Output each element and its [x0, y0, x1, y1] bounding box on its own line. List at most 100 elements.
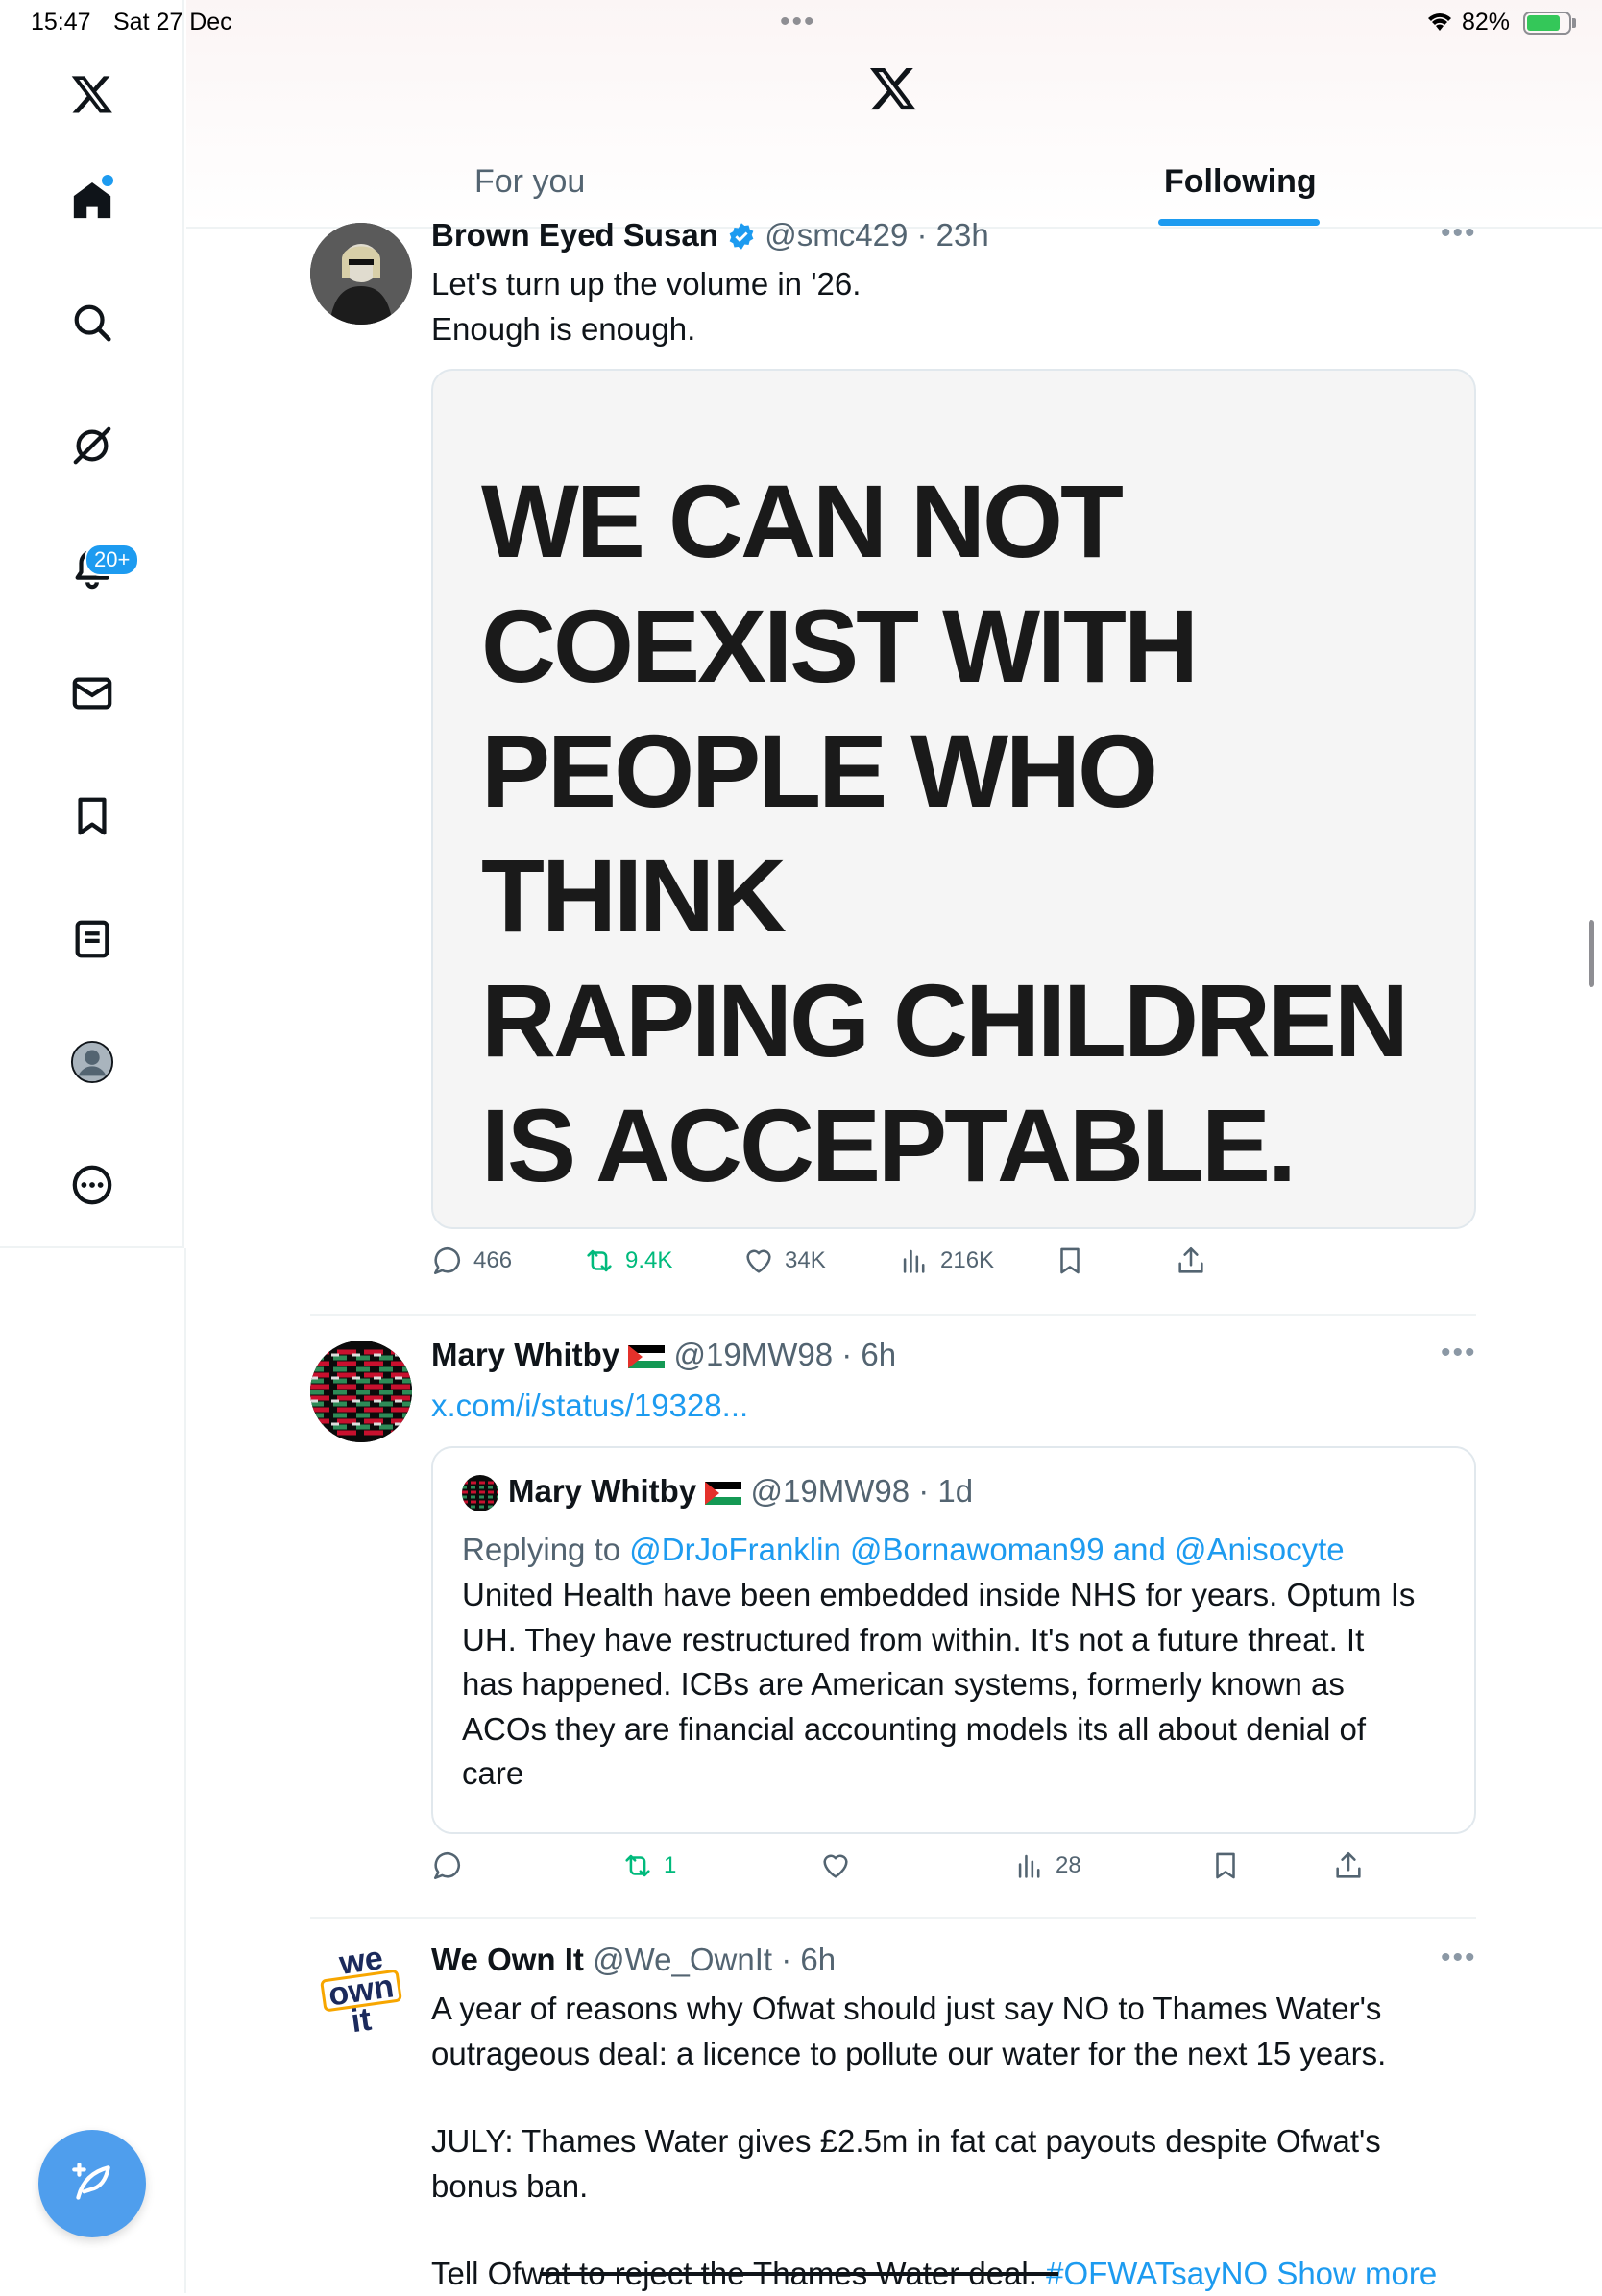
reply-count: 466: [473, 1247, 513, 1273]
quoted-tweet-time[interactable]: 1d: [937, 1473, 973, 1509]
reply-button[interactable]: [431, 1849, 464, 1882]
multitasking-dots-icon[interactable]: •••: [780, 6, 816, 38]
replying-to-label: Replying to: [462, 1532, 621, 1567]
image-text-line: PEOPLE WHO: [481, 713, 1158, 829]
tweet-1-name[interactable]: Brown Eyed Susan: [431, 217, 718, 253]
tweet-1-handle[interactable]: @smc429: [765, 217, 908, 253]
tweet-3-text-line: A year of reasons why Ofwat should just …: [431, 1991, 1382, 2026]
tweet-3-more-icon[interactable]: •••: [1441, 1942, 1477, 1974]
home-icon[interactable]: [54, 161, 131, 238]
quoted-tweet-text: United Health have been embedded inside …: [462, 1573, 1461, 1797]
bookmark-icon: [1216, 1852, 1235, 1879]
tweet-2-link[interactable]: x.com/i/status/19328...: [431, 1383, 748, 1428]
image-text-line: RAPING CHILDREN: [481, 962, 1409, 1078]
status-date: Sat 27 Dec: [113, 9, 232, 36]
tweet-3-avatar[interactable]: we own it: [310, 1942, 412, 2043]
tweet-3-text: A year of reasons why Ofwat should just …: [431, 1986, 1488, 2296]
quoted-text-line: has happened. ICBs are American systems,…: [462, 1666, 1345, 1702]
bookmark-button[interactable]: [1209, 1849, 1242, 1882]
tweet-2-more-icon[interactable]: •••: [1441, 1337, 1477, 1369]
views-chart-icon: [903, 1249, 925, 1273]
tweet-1-text-line: Let's turn up the volume in '26.: [431, 266, 862, 302]
quoted-tweet[interactable]: Mary Whitby @19MW98 · 1d Replying to @Dr…: [431, 1446, 1476, 1834]
tweet-divider: [310, 1314, 1476, 1316]
share-button[interactable]: [1175, 1245, 1207, 1277]
tab-following[interactable]: Following: [1164, 163, 1317, 201]
compose-post-button[interactable]: [38, 2130, 146, 2237]
quoted-tweet-avatar[interactable]: [462, 1475, 498, 1511]
show-more-link[interactable]: Show more: [1276, 2256, 1437, 2291]
bookmarks-icon[interactable]: [54, 778, 131, 855]
tweet-3-name[interactable]: We Own It: [431, 1942, 584, 1977]
quoted-tweet-replying: Replying to @DrJoFranklin @Bornawoman99 …: [462, 1527, 1345, 1572]
tweet-2-avatar[interactable]: [310, 1341, 412, 1442]
repost-button[interactable]: 9.4K: [583, 1245, 672, 1277]
grok-icon[interactable]: [54, 407, 131, 484]
quoted-text-line: ACOs they are financial accounting model…: [462, 1710, 1367, 1747]
lists-icon[interactable]: [54, 901, 131, 978]
wifi-icon: [1425, 10, 1454, 39]
tweet-2-actions: 1 28: [431, 1849, 1476, 1897]
bookmark-button[interactable]: [1054, 1245, 1086, 1277]
tweet-1-text: Let's turn up the volume in '26. Enough …: [431, 261, 861, 351]
quoted-tweet-name[interactable]: Mary Whitby: [508, 1473, 696, 1509]
x-header-logo-icon[interactable]: [868, 63, 918, 118]
x-logo-icon[interactable]: [54, 56, 131, 133]
palestine-flag-icon: [628, 1345, 666, 1368]
share-icon: [1336, 1851, 1361, 1878]
tweet-1-time[interactable]: 23h: [936, 217, 989, 253]
more-options-icon[interactable]: [54, 1147, 131, 1223]
like-button[interactable]: 34K: [742, 1245, 826, 1277]
tweet-1-image-text: WE CAN NOT COEXIST WITH PEOPLE WHO THINK…: [481, 459, 1409, 1208]
views-button[interactable]: 28: [1013, 1849, 1081, 1882]
views-chart-icon: [1018, 1854, 1040, 1878]
scrollbar-indicator[interactable]: [1589, 920, 1594, 987]
reply-button[interactable]: 466: [431, 1245, 512, 1277]
tweet-1-more-icon[interactable]: •••: [1441, 217, 1477, 250]
tweet-3-handle[interactable]: @We_OwnIt: [593, 1942, 772, 1977]
share-icon: [1178, 1246, 1203, 1273]
view-count: 28: [1056, 1852, 1081, 1878]
tweet-2-time[interactable]: 6h: [861, 1337, 896, 1372]
repost-count: 9.4K: [625, 1247, 673, 1273]
image-text-line: WE CAN NOT: [481, 463, 1124, 579]
hashtag-link[interactable]: #OFWATsayNO: [1046, 2256, 1268, 2291]
repost-button[interactable]: 1: [621, 1849, 676, 1882]
share-button[interactable]: [1332, 1849, 1365, 1882]
quoted-text-line: United Health have been embedded inside …: [462, 1577, 1416, 1612]
tweet-3-text-line: bonus ban.: [431, 2168, 589, 2204]
messages-envelope-icon[interactable]: [54, 655, 131, 732]
heart-icon: [823, 1854, 848, 1878]
tweet-1-header: Brown Eyed Susan @smc429 · 23h: [431, 217, 989, 253]
home-new-dot: [102, 175, 113, 186]
quoted-tweet-handle[interactable]: @19MW98: [751, 1473, 910, 1509]
tweet-3-text-line: [431, 2209, 1488, 2251]
tweet-2-header: Mary Whitby @19MW98 · 6h: [431, 1337, 897, 1372]
search-icon[interactable]: [54, 284, 131, 361]
replying-to-users[interactable]: @DrJoFranklin @Bornawoman99 and @Anisocy…: [629, 1532, 1344, 1567]
verified-badge-icon: [729, 223, 754, 250]
quoted-tweet-header: Mary Whitby @19MW98 · 1d: [508, 1473, 974, 1509]
status-time: 15:47: [31, 9, 91, 36]
tab-for-you[interactable]: For you: [474, 163, 585, 201]
repost-icon: [587, 1249, 612, 1272]
reply-icon: [433, 1852, 461, 1880]
tweet-3-time[interactable]: 6h: [800, 1942, 836, 1977]
tweet-divider: [310, 1917, 1476, 1919]
palestine-flag-icon: [705, 1482, 742, 1505]
tweet-1-actions: 466 9.4K 34K 216K: [431, 1245, 1476, 1293]
battery-percent: 82%: [1462, 9, 1511, 36]
profile-avatar-icon[interactable]: [54, 1024, 131, 1100]
views-button[interactable]: 216K: [898, 1245, 994, 1277]
tweet-1-image[interactable]: WE CAN NOT COEXIST WITH PEOPLE WHO THINK…: [431, 369, 1476, 1229]
like-button[interactable]: [819, 1849, 852, 1882]
bookmark-icon: [1060, 1247, 1080, 1274]
tweet-1-avatar[interactable]: [310, 223, 412, 325]
tweet-2-handle[interactable]: @19MW98: [674, 1337, 834, 1372]
image-text-line: IS ACCEPTABLE.: [481, 1087, 1297, 1203]
tweet-2-name[interactable]: Mary Whitby: [431, 1337, 619, 1372]
quoted-text-line: UH. They have restructured from within. …: [462, 1621, 1365, 1657]
compose-feather-icon: [72, 2163, 110, 2200]
repost-icon: [625, 1854, 650, 1877]
view-count: 216K: [940, 1247, 995, 1273]
